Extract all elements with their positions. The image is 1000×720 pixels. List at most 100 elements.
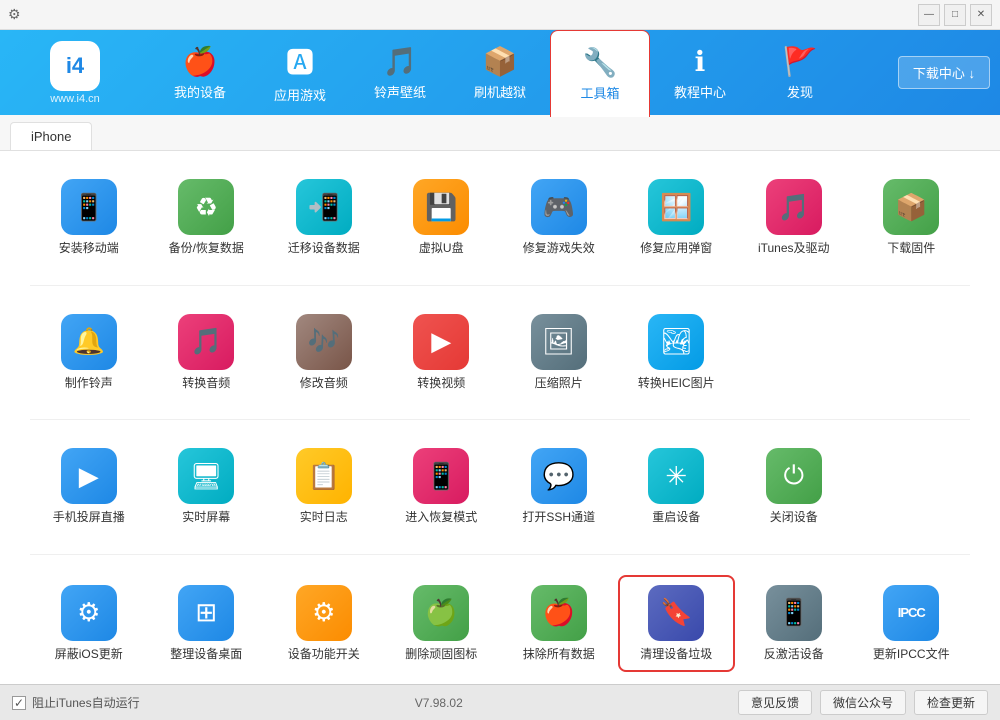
tool-icon-restart-device: ✳ xyxy=(648,448,704,504)
tool-label-make-ringtone: 制作铃声 xyxy=(65,376,113,392)
tool-label-remove-icon: 删除顽固图标 xyxy=(405,647,477,663)
tool-label-fix-game: 修复游戏失效 xyxy=(523,241,595,257)
nav-item-ringtones[interactable]: 🎵 铃声壁纸 xyxy=(350,30,450,115)
tool-item-backup-restore[interactable]: ♻ 备份/恢复数据 xyxy=(148,171,266,265)
tool-label-shutdown-device: 关闭设备 xyxy=(770,510,818,526)
settings-icon[interactable]: ⚙ xyxy=(8,6,21,23)
tool-icon-block-ios-update: ⚙ xyxy=(61,585,117,641)
nav-icon-discover: 🚩 xyxy=(783,45,818,78)
minimize-button[interactable]: — xyxy=(918,4,940,26)
device-tab[interactable]: iPhone xyxy=(10,122,92,150)
footer-buttons: 意见反馈 微信公众号 检查更新 xyxy=(738,690,988,715)
tool-item-wipe-data[interactable]: 🍎 抹除所有数据 xyxy=(500,575,618,673)
tool-label-recovery-mode: 进入恢复模式 xyxy=(405,510,477,526)
tool-item-recovery-mode[interactable]: 📱 进入恢复模式 xyxy=(383,440,501,534)
nav-item-tutorial[interactable]: ℹ 教程中心 xyxy=(650,30,750,115)
tool-icon-itunes-driver: 🎵 xyxy=(766,179,822,235)
title-bar-controls: — □ ✕ xyxy=(918,4,992,26)
tool-item-convert-audio[interactable]: 🎵 转换音频 xyxy=(148,306,266,400)
tool-item-block-ios-update[interactable]: ⚙ 屏蔽iOS更新 xyxy=(30,575,148,673)
nav-item-discover[interactable]: 🚩 发现 xyxy=(750,30,850,115)
tool-item-make-ringtone[interactable]: 🔔 制作铃声 xyxy=(30,306,148,400)
nav-item-jailbreak[interactable]: 📦 刷机越狱 xyxy=(450,30,550,115)
tool-item-itunes-driver[interactable]: 🎵 iTunes及驱动 xyxy=(735,171,853,265)
nav-icon-tutorial: ℹ xyxy=(695,45,706,78)
nav-item-my-device[interactable]: 🍎 我的设备 xyxy=(150,30,250,115)
tool-item-migrate-data[interactable]: 📲 迁移设备数据 xyxy=(265,171,383,265)
tool-icon-real-screen: 🖥 xyxy=(178,448,234,504)
feedback-button[interactable]: 意见反馈 xyxy=(738,690,812,715)
tool-item-shutdown-device[interactable]: ⏻ 关闭设备 xyxy=(735,440,853,534)
tool-item-device-function[interactable]: ⚙ 设备功能开关 xyxy=(265,575,383,673)
nav-icon-my-device: 🍎 xyxy=(183,45,218,78)
tool-label-convert-audio: 转换音频 xyxy=(182,376,230,392)
tool-icon-fix-app: 🪟 xyxy=(648,179,704,235)
tool-item-convert-video[interactable]: ▶ 转换视频 xyxy=(383,306,501,400)
tool-item-fix-app[interactable]: 🪟 修复应用弹窗 xyxy=(618,171,736,265)
tool-label-edit-audio: 修改音频 xyxy=(300,376,348,392)
tool-icon-backup-restore: ♻ xyxy=(178,179,234,235)
tool-item-screen-cast[interactable]: ▶ 手机投屏直播 xyxy=(30,440,148,534)
nav-label-my-device: 我的设备 xyxy=(174,82,226,101)
maximize-button[interactable]: □ xyxy=(944,4,966,26)
tool-item-fix-game[interactable]: 🎮 修复游戏失效 xyxy=(500,171,618,265)
tool-label-install-app: 安装移动端 xyxy=(59,241,119,257)
tool-label-organize-desktop: 整理设备桌面 xyxy=(170,647,242,663)
tool-item-open-ssh[interactable]: 💬 打开SSH通道 xyxy=(500,440,618,534)
tool-icon-compress-photo: 🖼 xyxy=(531,314,587,370)
nav-item-apps[interactable]: 🅰 应用游戏 xyxy=(250,30,350,115)
tool-label-virtual-udisk: 虚拟U盘 xyxy=(419,241,464,257)
tool-icon-screen-cast: ▶ xyxy=(61,448,117,504)
update-button[interactable]: 检查更新 xyxy=(914,690,988,715)
tool-icon-make-ringtone: 🔔 xyxy=(61,314,117,370)
footer: ✓ 阻止iTunes自动运行 V7.98.02 意见反馈 微信公众号 检查更新 xyxy=(0,684,1000,720)
nav-label-apps: 应用游戏 xyxy=(274,85,326,104)
title-bar: ⚙ — □ ✕ xyxy=(0,0,1000,30)
tool-icon-fix-game: 🎮 xyxy=(531,179,587,235)
tool-item-clean-junk[interactable]: 🔖 清理设备垃圾 xyxy=(618,575,736,673)
tool-icon-install-app: 📱 xyxy=(61,179,117,235)
tool-icon-wipe-data: 🍎 xyxy=(531,585,587,641)
tool-item-organize-desktop[interactable]: ⊞ 整理设备桌面 xyxy=(148,575,266,673)
tool-icon-convert-heic: 🏞 xyxy=(648,314,704,370)
nav-label-jailbreak: 刷机越狱 xyxy=(474,82,526,101)
tool-item-compress-photo[interactable]: 🖼 压缩照片 xyxy=(500,306,618,400)
tool-item-real-log[interactable]: 📋 实时日志 xyxy=(265,440,383,534)
device-tab-bar: iPhone xyxy=(0,115,1000,151)
row-separator-3 xyxy=(30,554,970,555)
tool-icon-remove-icon: 🍏 xyxy=(413,585,469,641)
tool-item-install-app[interactable]: 📱 安装移动端 xyxy=(30,171,148,265)
itunes-autorun-checkbox[interactable]: ✓ xyxy=(12,696,26,710)
main-content: 📱 安装移动端 ♻ 备份/恢复数据 📲 迁移设备数据 💾 虚拟U盘 🎮 修复游戏… xyxy=(0,151,1000,684)
tool-icon-edit-audio: 🎶 xyxy=(296,314,352,370)
tool-icon-download-firmware: 📦 xyxy=(883,179,939,235)
nav-label-tutorial: 教程中心 xyxy=(674,82,726,101)
logo-url: www.i4.cn xyxy=(50,93,100,105)
tool-item-edit-audio[interactable]: 🎶 修改音频 xyxy=(265,306,383,400)
tool-grid: 📱 安装移动端 ♻ 备份/恢复数据 📲 迁移设备数据 💾 虚拟U盘 🎮 修复游戏… xyxy=(30,171,970,684)
title-bar-left: ⚙ xyxy=(8,6,21,23)
header-right: 下载中心 ↓ xyxy=(860,56,990,89)
tool-item-restart-device[interactable]: ✳ 重启设备 xyxy=(618,440,736,534)
tool-icon-recovery-mode: 📱 xyxy=(413,448,469,504)
nav-label-ringtones: 铃声壁纸 xyxy=(374,82,426,101)
tool-icon-convert-audio: 🎵 xyxy=(178,314,234,370)
tool-label-fix-app: 修复应用弹窗 xyxy=(640,241,712,257)
nav-item-toolbox[interactable]: 🔧 工具箱 xyxy=(550,30,650,117)
tool-icon-real-log: 📋 xyxy=(296,448,352,504)
tool-label-wipe-data: 抹除所有数据 xyxy=(523,647,595,663)
tool-item-download-firmware[interactable]: 📦 下载固件 xyxy=(853,171,971,265)
tool-item-convert-heic[interactable]: 🏞 转换HEIC图片 xyxy=(618,306,736,400)
tool-item-remove-icon[interactable]: 🍏 删除顽固图标 xyxy=(383,575,501,673)
tool-icon-clean-junk: 🔖 xyxy=(648,585,704,641)
close-button[interactable]: ✕ xyxy=(970,4,992,26)
tool-item-update-ipcc[interactable]: IPCC 更新IPCC文件 xyxy=(853,575,971,673)
tool-item-deactivate[interactable]: 📱 反激活设备 xyxy=(735,575,853,673)
tool-item-real-screen[interactable]: 🖥 实时屏幕 xyxy=(148,440,266,534)
tool-icon-shutdown-device: ⏻ xyxy=(766,448,822,504)
nav-icon-apps: 🅰 xyxy=(286,41,314,81)
wechat-button[interactable]: 微信公众号 xyxy=(820,690,906,715)
tool-item-virtual-udisk[interactable]: 💾 虚拟U盘 xyxy=(383,171,501,265)
tool-label-block-ios-update: 屏蔽iOS更新 xyxy=(55,647,123,663)
download-center-button[interactable]: 下载中心 ↓ xyxy=(898,56,990,89)
